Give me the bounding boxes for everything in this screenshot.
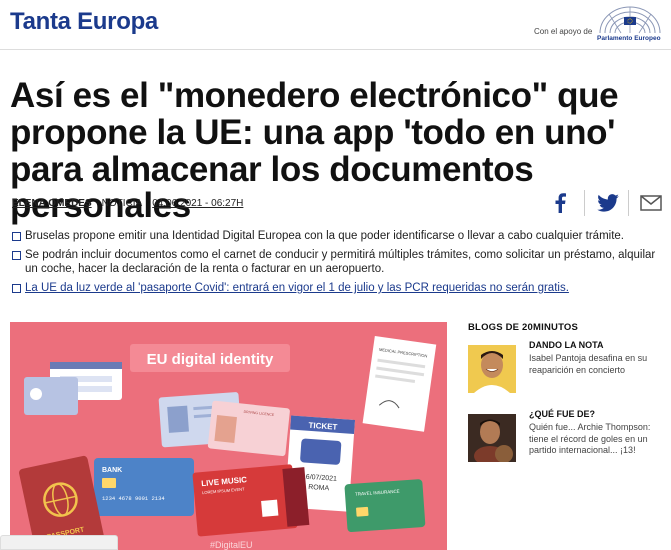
parliament-label: Parlamento Europeo: [597, 35, 661, 42]
email-icon: [640, 195, 662, 211]
share-divider: [628, 190, 629, 216]
blogs-sidebar: BLOGS DE 20MINUTOS DANDO LA NOTA Isabel …: [468, 322, 666, 471]
support-text: Con el apoyo de: [534, 27, 593, 36]
facebook-icon: [555, 193, 566, 213]
blog-item[interactable]: DANDO LA NOTA Isabel Pantoja desafina en…: [468, 340, 666, 402]
share-email-button[interactable]: [640, 188, 662, 218]
blog-item[interactable]: ¿QUÉ FUE DE? Quién fue... Archie Thompso…: [468, 409, 666, 471]
blog-thumbnail[interactable]: [468, 414, 516, 462]
bank-label: BANK: [102, 467, 122, 474]
person-photo-icon: [468, 345, 516, 393]
related-article-link[interactable]: La UE da luz verde al 'pasaporte Covid':…: [25, 282, 569, 294]
article-type: NOTICIA: [101, 198, 143, 209]
share-divider: [584, 190, 585, 216]
bottom-left-tab[interactable]: [0, 535, 118, 550]
top-bar: Tanta Europa Con el apoyo de Parlamento …: [0, 0, 671, 50]
hashtag: #DigitalEU: [210, 540, 253, 550]
article-summary-list: Bruselas propone emitir una Identidad Di…: [12, 229, 667, 300]
bank-number: 1234 4678 9001 2134: [102, 495, 165, 502]
parliament-logo[interactable]: Parlamento Europeo: [597, 4, 663, 42]
site-brand[interactable]: Tanta Europa: [10, 8, 158, 36]
article-meta: ELENA OMEDES NOTICIA 04.06.2021 - 06:27H: [12, 198, 243, 209]
summary-item-link[interactable]: La UE da luz verde al 'pasaporte Covid':…: [12, 281, 667, 295]
parliament-hemicycle-icon: [599, 6, 661, 34]
share-facebook-button[interactable]: [553, 188, 567, 218]
blog-item-text[interactable]: Isabel Pantoja desafina en su reaparició…: [529, 353, 664, 376]
summary-item: Se podrán incluir documentos como el car…: [12, 248, 667, 276]
twitter-icon: [597, 194, 619, 212]
hero-image[interactable]: EU digital identity MEDICAL PRESCRIPTION…: [10, 322, 447, 550]
sidebar-title: BLOGS DE 20MINUTOS: [468, 322, 579, 333]
author-link[interactable]: ELENA OMEDES: [12, 198, 92, 209]
summary-item: Bruselas propone emitir una Identidad Di…: [12, 229, 667, 243]
person-photo-icon: [468, 414, 516, 462]
ticket-city: ROMA: [308, 484, 330, 492]
blog-section-label[interactable]: DANDO LA NOTA: [529, 340, 604, 350]
blog-thumbnail[interactable]: [468, 345, 516, 393]
banner-text: EU digital identity: [147, 351, 274, 368]
share-twitter-button[interactable]: [597, 188, 619, 218]
blog-section-label[interactable]: ¿QUÉ FUE DE?: [529, 409, 595, 419]
digital-identity-illustration: EU digital identity MEDICAL PRESCRIPTION…: [10, 322, 447, 550]
blog-item-text[interactable]: Quién fue... Archie Thompson: tiene el r…: [529, 422, 664, 457]
article-date: 04.06.2021 - 06:27H: [152, 198, 244, 209]
